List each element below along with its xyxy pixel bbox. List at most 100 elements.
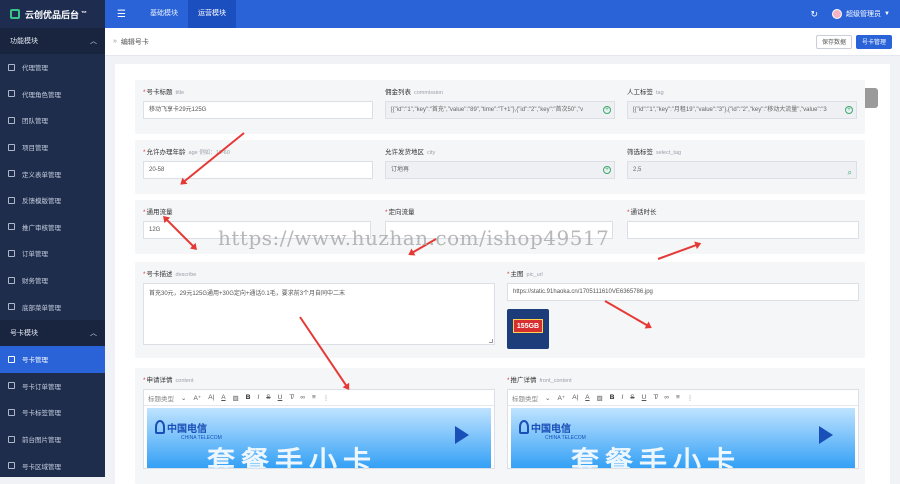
describe-textarea[interactable]: 首充30元，29元125G通用+30G定向+通话0.1毛，要求前3个月自同中二末 xyxy=(143,283,495,345)
link-icon[interactable]: ∞ xyxy=(300,394,305,401)
bold-icon[interactable]: B xyxy=(246,394,251,401)
more-icon[interactable]: ⋮ xyxy=(687,394,694,402)
field-label: 佣金列表 xyxy=(385,89,411,96)
sidebar-item-feedback[interactable]: 反馈模版管理 xyxy=(0,187,105,214)
commission-input[interactable]: [{"id":"1","key":"首充","value":"89","time… xyxy=(385,101,615,119)
clear-format-icon[interactable]: T̸ xyxy=(653,394,657,401)
sidebar-group-function[interactable]: 功能模块 ︿ xyxy=(0,28,105,54)
menu-list-icon xyxy=(8,303,15,310)
font-size-icon[interactable]: A⁺ xyxy=(557,394,565,402)
sidebar-item-label: 代理管理 xyxy=(22,62,48,72)
bold-icon[interactable]: B xyxy=(610,394,615,401)
apply-detail-editor[interactable]: 标题类型 ⌄ A⁺ A| A ▨ B I S U T̸ ∞ ≡ ⋮ xyxy=(143,389,495,469)
field-key: commission xyxy=(414,90,443,96)
font-size-icon[interactable]: A⁺ xyxy=(193,394,201,402)
add-circle-icon[interactable]: + xyxy=(603,106,611,114)
sidebar-group-label: 功能模块 xyxy=(10,36,38,46)
filter-tag-input[interactable]: 2,5⌕ xyxy=(627,161,857,179)
card-title-input[interactable]: 移动飞享卡29元125G xyxy=(143,101,373,119)
ship-region-input[interactable]: 订地再+ xyxy=(385,161,615,179)
tab-operation[interactable]: 运营模块 xyxy=(188,0,236,28)
age-input[interactable]: 20-58 xyxy=(143,161,373,179)
underline-icon[interactable]: U xyxy=(642,394,647,401)
form-row-4: *号卡描述describe 首充30元，29元125G通用+30G定向+通话0.… xyxy=(135,262,865,358)
banner-brand: 中国电信 xyxy=(167,420,207,435)
add-circle-icon[interactable]: + xyxy=(603,166,611,174)
sidebar-item-finance[interactable]: 财务管理 xyxy=(0,267,105,294)
font-family-icon[interactable]: A| xyxy=(572,394,578,401)
font-color-icon[interactable]: A xyxy=(585,394,589,401)
chevron-down-icon[interactable]: ⌄ xyxy=(545,394,550,402)
sidebar-group-card[interactable]: 号卡模块 ︿ xyxy=(0,320,105,346)
italic-icon[interactable]: I xyxy=(621,394,623,401)
sidebar-item-front-image[interactable]: 前台图片管理 xyxy=(0,426,105,453)
background-color-icon[interactable]: ▨ xyxy=(233,394,239,402)
field-label: 通话时长 xyxy=(631,209,657,216)
font-family-icon[interactable]: A| xyxy=(208,394,214,401)
avatar[interactable] xyxy=(832,9,842,19)
clear-format-icon[interactable]: T̸ xyxy=(289,394,293,401)
font-color-icon[interactable]: A xyxy=(221,394,225,401)
app-title: 云创优品后台 xyxy=(25,8,79,21)
save-button[interactable]: 保存数据 xyxy=(816,35,852,49)
form-row-2: *允许办理年龄age 例如：16-60 20-58 允许发货地区city 订地再… xyxy=(135,140,865,194)
feedback-icon xyxy=(8,197,15,204)
strikethrough-icon[interactable]: S xyxy=(266,394,270,401)
card-manage-button[interactable]: 号卡管理 xyxy=(856,35,892,49)
chevron-up-icon: ︿ xyxy=(90,328,97,338)
sidebar-item-card-region[interactable]: 号卡区域管理 xyxy=(0,452,105,479)
sidebar-item-label: 代理角色管理 xyxy=(22,89,61,99)
field-key: tag xyxy=(656,90,664,96)
align-icon[interactable]: ≡ xyxy=(312,394,316,401)
tab-basic[interactable]: 基础模块 xyxy=(140,0,188,28)
field-label: 筛选标签 xyxy=(627,149,653,156)
sidebar-item-agent[interactable]: 代理管理 xyxy=(0,54,105,81)
sidebar-item-label: 财务管理 xyxy=(22,275,48,285)
field-key: content xyxy=(176,378,194,384)
resize-handle[interactable] xyxy=(489,339,493,343)
promo-detail-editor[interactable]: 标题类型 ⌄ A⁺ A| A ▨ B I S U T̸ ∞ ≡ ⋮ xyxy=(507,389,859,469)
form-row-1: *号卡标题title 移动飞享卡29元125G 佣金列表commission [… xyxy=(135,80,865,134)
menu-icon[interactable]: ☰ xyxy=(117,9,126,20)
call-time-input[interactable] xyxy=(627,221,859,239)
refresh-icon[interactable]: ↻ xyxy=(811,9,819,20)
sidebar-item-card-order[interactable]: 号卡订单管理 xyxy=(0,373,105,400)
app-brand[interactable]: 云创优品后台™ xyxy=(0,0,105,28)
main-image-input[interactable]: https://static.91haoka.cn/1705111610VE63… xyxy=(507,283,859,301)
breadcrumb-sep: » xyxy=(113,38,117,45)
sidebar-group-label: 号卡模块 xyxy=(10,328,38,338)
sidebar-item-agent-role[interactable]: 代理角色管理 xyxy=(0,81,105,108)
sidebar-item-label: 前台图片管理 xyxy=(22,434,61,444)
sidebar-item-card[interactable]: 号卡管理 xyxy=(0,346,105,373)
card-icon xyxy=(8,356,15,363)
field-promo-detail: *推广详情front_content 标题类型 ⌄ A⁺ A| A ▨ B I … xyxy=(507,376,859,469)
underline-icon[interactable]: U xyxy=(278,394,283,401)
more-icon[interactable]: ⋮ xyxy=(323,394,330,402)
heading-select[interactable]: 标题类型 xyxy=(512,393,538,403)
chevron-down-icon[interactable]: ⌄ xyxy=(181,394,186,402)
sidebar-item-label: 订单管理 xyxy=(22,248,48,258)
heading-select[interactable]: 标题类型 xyxy=(148,393,174,403)
search-icon[interactable]: ⌕ xyxy=(848,165,852,179)
image-icon xyxy=(8,436,15,443)
sidebar-item-label: 反馈模版管理 xyxy=(22,195,61,205)
sidebar-item-team[interactable]: 团队管理 xyxy=(0,107,105,134)
sidebar-item-bottom-menu[interactable]: 底部菜单管理 xyxy=(0,293,105,320)
chevron-down-icon[interactable]: ▼ xyxy=(884,11,890,17)
manual-tag-input[interactable]: [{"id":"1","key":"月租19","value":"3"},{"i… xyxy=(627,101,857,119)
main-image-thumbnail[interactable]: 155GB xyxy=(507,309,549,349)
sidebar-item-promo[interactable]: 推广审核管理 xyxy=(0,214,105,241)
add-circle-icon[interactable]: + xyxy=(845,106,853,114)
align-icon[interactable]: ≡ xyxy=(676,394,680,401)
link-icon[interactable]: ∞ xyxy=(664,394,669,401)
sidebar-item-card-tag[interactable]: 号卡标签管理 xyxy=(0,399,105,426)
sidebar-item-form[interactable]: 定义表单管理 xyxy=(0,160,105,187)
app-logo-icon xyxy=(10,9,20,19)
background-color-icon[interactable]: ▨ xyxy=(597,394,603,402)
sidebar-item-project[interactable]: 项目管理 xyxy=(0,134,105,161)
field-label: 允许办理年龄 xyxy=(147,149,186,156)
italic-icon[interactable]: I xyxy=(257,394,259,401)
strikethrough-icon[interactable]: S xyxy=(630,394,634,401)
user-name[interactable]: 超级管理员 xyxy=(846,9,881,19)
sidebar-item-order[interactable]: 订单管理 xyxy=(0,240,105,267)
